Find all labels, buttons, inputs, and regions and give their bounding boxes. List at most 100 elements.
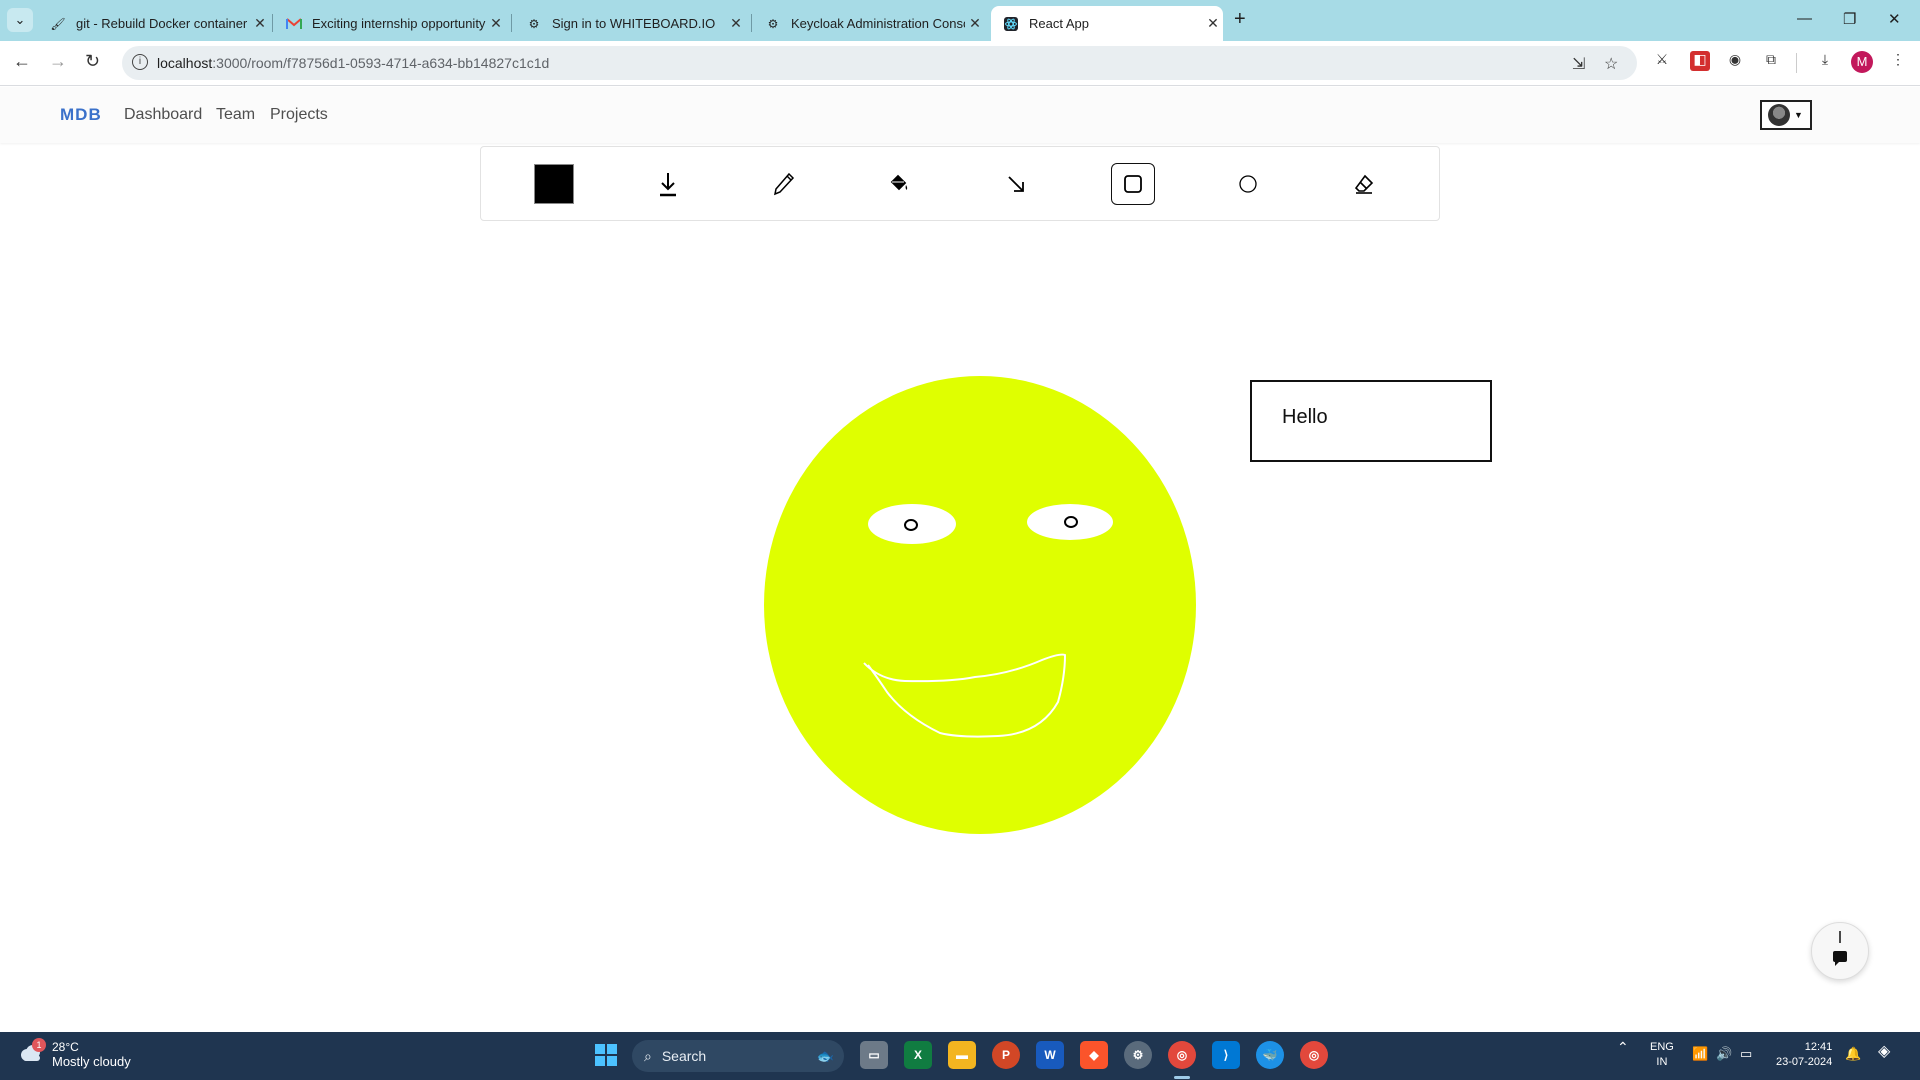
gmail-favicon-icon: [286, 16, 302, 32]
taskbar-search-placeholder: Search: [661, 1048, 707, 1064]
close-window-icon[interactable]: ✕: [1888, 10, 1901, 28]
search-icon: ⌕: [644, 1047, 652, 1064]
task-view-icon[interactable]: ▭: [860, 1041, 888, 1069]
address-bar[interactable]: i localhost:3000/room/f78756d1-0593-4714…: [122, 46, 1637, 80]
extension-pdf-icon[interactable]: ◧: [1690, 51, 1710, 71]
minimize-icon[interactable]: —: [1797, 10, 1812, 27]
vscode-icon[interactable]: ⟩: [1212, 1041, 1240, 1069]
search-highlight-icon: 🐟: [816, 1047, 834, 1064]
tab-close-icon[interactable]: ✕: [1203, 15, 1223, 32]
new-tab-plus-icon[interactable]: +: [1234, 8, 1246, 31]
app-navbar: MDB Dashboard Team Projects ▼: [0, 87, 1920, 143]
chrome-profile-icon[interactable]: ◎: [1168, 1041, 1196, 1069]
powerpoint-icon[interactable]: P: [992, 1041, 1020, 1069]
weather-desc: Mostly cloudy: [52, 1054, 131, 1069]
pencil-icon[interactable]: [764, 164, 804, 204]
react-favicon-icon: [1003, 16, 1019, 32]
color-picker-swatch[interactable]: [534, 164, 574, 204]
extension-ux-icon[interactable]: ⚔: [1652, 51, 1672, 71]
nav-projects-link[interactable]: Projects: [270, 106, 328, 124]
extension-incognito-icon[interactable]: ◉: [1725, 51, 1745, 71]
browser-menu-icon[interactable]: ⋮: [1888, 51, 1908, 71]
arrow-line-icon[interactable]: [996, 164, 1036, 204]
tray-overflow-chevron-icon[interactable]: ⌃: [1617, 1040, 1629, 1055]
chevron-down-icon: ⌄: [14, 12, 26, 27]
user-avatar-dropdown[interactable]: ▼: [1760, 100, 1812, 130]
nav-dashboard-link[interactable]: Dashboard: [124, 106, 202, 124]
caret-down-icon: ▼: [1794, 110, 1803, 120]
chat-bubble-icon: [1833, 931, 1847, 966]
tab-close-icon[interactable]: ✕: [486, 15, 506, 32]
git-favicon-icon: 🖌: [50, 16, 66, 31]
circle-tool-icon[interactable]: [1228, 164, 1268, 204]
brand-logo[interactable]: MDB: [60, 105, 102, 125]
browser-tab-gmail[interactable]: Exciting internship opportunity ✕: [274, 6, 506, 41]
settings-gear-icon[interactable]: ⚙: [1124, 1041, 1152, 1069]
tab-title: Keycloak Administration Conso: [791, 16, 965, 31]
downloads-icon[interactable]: ⤓: [1815, 51, 1835, 71]
rectangle-tool-icon[interactable]: [1111, 163, 1155, 205]
tab-title: Exciting internship opportunity: [312, 16, 486, 31]
chrome-icon[interactable]: ◎: [1300, 1041, 1328, 1069]
active-app-indicator: [1174, 1076, 1190, 1079]
url-text[interactable]: localhost:3000/room/f78756d1-0593-4714-a…: [157, 55, 549, 71]
restore-icon[interactable]: ❐: [1843, 10, 1856, 28]
browser-toolbar: ← → ↻ i localhost:3000/room/f78756d1-059…: [0, 41, 1920, 86]
tab-close-icon[interactable]: ✕: [250, 15, 270, 32]
bookmark-star-icon[interactable]: ☆: [1604, 54, 1618, 74]
browser-tab-whiteboard-signin[interactable]: ⚙ Sign in to WHITEBOARD.IO ✕: [514, 6, 746, 41]
hello-text-label[interactable]: Hello: [1282, 406, 1328, 429]
tab-search-button[interactable]: ⌄: [7, 8, 33, 32]
browser-tab-strip: ⌄ 🖌 git - Rebuild Docker container o ✕ E…: [0, 0, 1920, 41]
wifi-icon[interactable]: 📶: [1692, 1046, 1708, 1061]
right-eye-shape[interactable]: [1027, 504, 1113, 540]
cloud-icon: 1: [18, 1038, 46, 1066]
drawing-toolbar: [480, 146, 1440, 221]
weather-temp: 28°C: [52, 1040, 79, 1054]
battery-icon[interactable]: ▭: [1740, 1046, 1752, 1061]
install-app-icon[interactable]: ⇲: [1572, 54, 1585, 74]
back-arrow-icon[interactable]: ←: [13, 51, 31, 72]
browser-tab-react-app[interactable]: React App ✕: [991, 6, 1223, 41]
tab-title: git - Rebuild Docker container o: [76, 16, 250, 31]
browser-tab-git[interactable]: 🖌 git - Rebuild Docker container o ✕: [38, 6, 270, 41]
excel-icon[interactable]: X: [904, 1041, 932, 1069]
brave-browser-icon[interactable]: ◆: [1080, 1041, 1108, 1069]
whiteboard-canvas[interactable]: Hello: [0, 222, 1920, 1032]
forward-arrow-icon[interactable]: →: [49, 51, 67, 72]
reload-icon[interactable]: ↻: [85, 51, 100, 72]
word-icon[interactable]: W: [1036, 1041, 1064, 1069]
windows-start-icon[interactable]: [592, 1041, 620, 1069]
file-explorer-icon[interactable]: ▬: [948, 1041, 976, 1069]
windows-taskbar: 1 28°C Mostly cloudy ⌕ Search 🐟 ▭ X ▬ P …: [0, 1032, 1920, 1080]
globe-favicon-icon: ⚙: [528, 16, 540, 31]
site-info-icon[interactable]: i: [132, 54, 148, 70]
eraser-icon[interactable]: [1344, 164, 1384, 204]
download-icon[interactable]: [648, 164, 688, 204]
profile-avatar[interactable]: M: [1851, 51, 1873, 73]
left-eye-shape[interactable]: [868, 504, 956, 544]
user-avatar: [1768, 104, 1790, 126]
smiley-face-shape[interactable]: [764, 376, 1196, 834]
weather-widget[interactable]: 1 28°C Mostly cloudy: [18, 1038, 131, 1069]
notification-bell-icon[interactable]: 🔔: [1845, 1046, 1861, 1061]
fill-bucket-icon[interactable]: [880, 164, 920, 204]
nav-team-link[interactable]: Team: [216, 106, 255, 124]
weather-alert-badge: 1: [32, 1038, 46, 1052]
taskbar-search-box[interactable]: ⌕ Search 🐟: [632, 1040, 844, 1072]
volume-icon[interactable]: 🔊: [1716, 1046, 1732, 1061]
toolbar-divider: [1796, 53, 1797, 73]
tab-separator: [272, 14, 273, 32]
browser-tab-keycloak[interactable]: ⚙ Keycloak Administration Conso ✕: [753, 6, 985, 41]
tab-close-icon[interactable]: ✕: [965, 15, 985, 32]
chat-button[interactable]: [1811, 922, 1869, 980]
language-indicator[interactable]: ENG IN: [1650, 1040, 1674, 1070]
copilot-icon[interactable]: ◈: [1878, 1044, 1890, 1060]
docker-icon[interactable]: 🐳: [1256, 1041, 1284, 1069]
tab-title: Sign in to WHITEBOARD.IO: [552, 16, 716, 31]
canvas-drawing-layer: [764, 376, 1196, 834]
tab-separator: [751, 14, 752, 32]
extensions-puzzle-icon[interactable]: ⧉: [1761, 51, 1781, 71]
clock[interactable]: 12:41 23-07-2024: [1776, 1040, 1832, 1070]
tab-close-icon[interactable]: ✕: [726, 15, 746, 32]
